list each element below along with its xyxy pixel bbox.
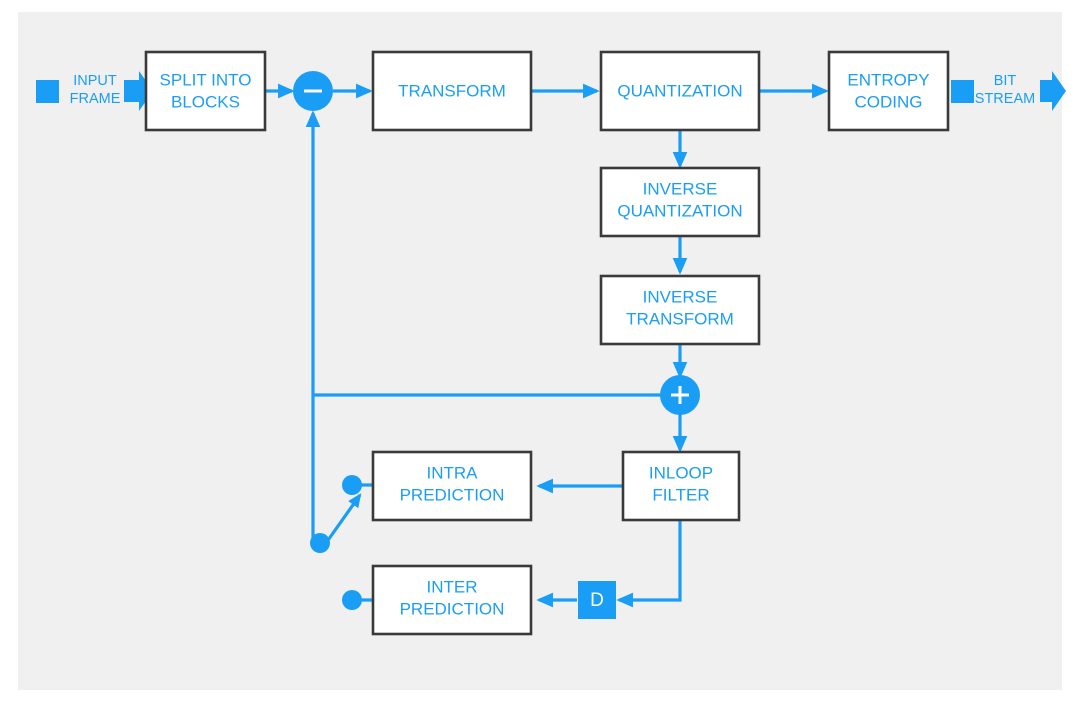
wire-inloop-to-delay (616, 520, 682, 608)
delay-block[interactable]: D (578, 581, 616, 619)
diagram-root: INPUT FRAME BIT STREAM SPLIT INTO BLOCKS… (0, 0, 1080, 702)
block-intra-prediction[interactable]: INTRA PREDICTION (371, 450, 533, 522)
block-inverse-transform[interactable]: INVERSE TRANSFORM (599, 274, 761, 346)
block-quantization-label: QUANTIZATION (617, 81, 742, 100)
block-inloop-filter[interactable]: INLOOP FILTER (621, 450, 741, 522)
block-invtransform-label-line2: TRANSFORM (626, 309, 734, 328)
block-split-label-line1: SPLIT INTO (160, 70, 252, 89)
block-entropy-label-line1: ENTROPY (847, 70, 929, 89)
block-split-into-blocks[interactable]: SPLIT INTO BLOCKS (144, 50, 267, 132)
block-invquant-label-line2: QUANTIZATION (617, 201, 742, 220)
add-node[interactable] (660, 375, 700, 415)
block-entropy-coding[interactable]: ENTROPY CODING (827, 50, 950, 132)
input-frame-marker (36, 80, 59, 103)
subtract-node[interactable] (293, 71, 333, 111)
bit-stream-label-line1: BIT (994, 73, 1017, 89)
block-transform[interactable]: TRANSFORM (371, 50, 533, 132)
block-inloop-label-line2: FILTER (652, 485, 709, 504)
block-entropy-label-line2: CODING (855, 92, 923, 111)
block-inter-label-line1: INTER (427, 577, 478, 596)
delay-block-label: D (590, 590, 604, 611)
prediction-mode-switch[interactable] (310, 475, 362, 610)
block-inverse-quantization[interactable]: INVERSE QUANTIZATION (599, 166, 761, 238)
bit-stream-label-line2: STREAM (975, 91, 1035, 107)
block-invtransform-label-line1: INVERSE (643, 287, 718, 306)
encoder-block-diagram: INPUT FRAME BIT STREAM SPLIT INTO BLOCKS… (36, 50, 1066, 636)
output-arrow-icon (1040, 71, 1066, 111)
block-inter-prediction[interactable]: INTER PREDICTION (371, 564, 533, 636)
switch-pivot-dot[interactable] (310, 533, 330, 553)
wire-switch-arm (324, 493, 362, 544)
block-quantization[interactable]: QUANTIZATION (599, 50, 761, 132)
input-frame-label-line1: INPUT (73, 73, 117, 89)
block-split-label-line2: BLOCKS (171, 92, 240, 111)
input-frame-label-line2: FRAME (70, 91, 121, 107)
bit-stream-marker (951, 80, 974, 103)
switch-contact-intra-dot[interactable] (342, 475, 362, 495)
switch-contact-inter-dot[interactable] (342, 590, 362, 610)
block-inter-label-line2: PREDICTION (400, 599, 505, 618)
block-intra-label-line2: PREDICTION (400, 485, 505, 504)
block-transform-label: TRANSFORM (398, 81, 506, 100)
block-intra-label-line1: INTRA (427, 463, 479, 482)
block-inloop-label-line1: INLOOP (649, 463, 713, 482)
block-invquant-label-line1: INVERSE (643, 179, 718, 198)
